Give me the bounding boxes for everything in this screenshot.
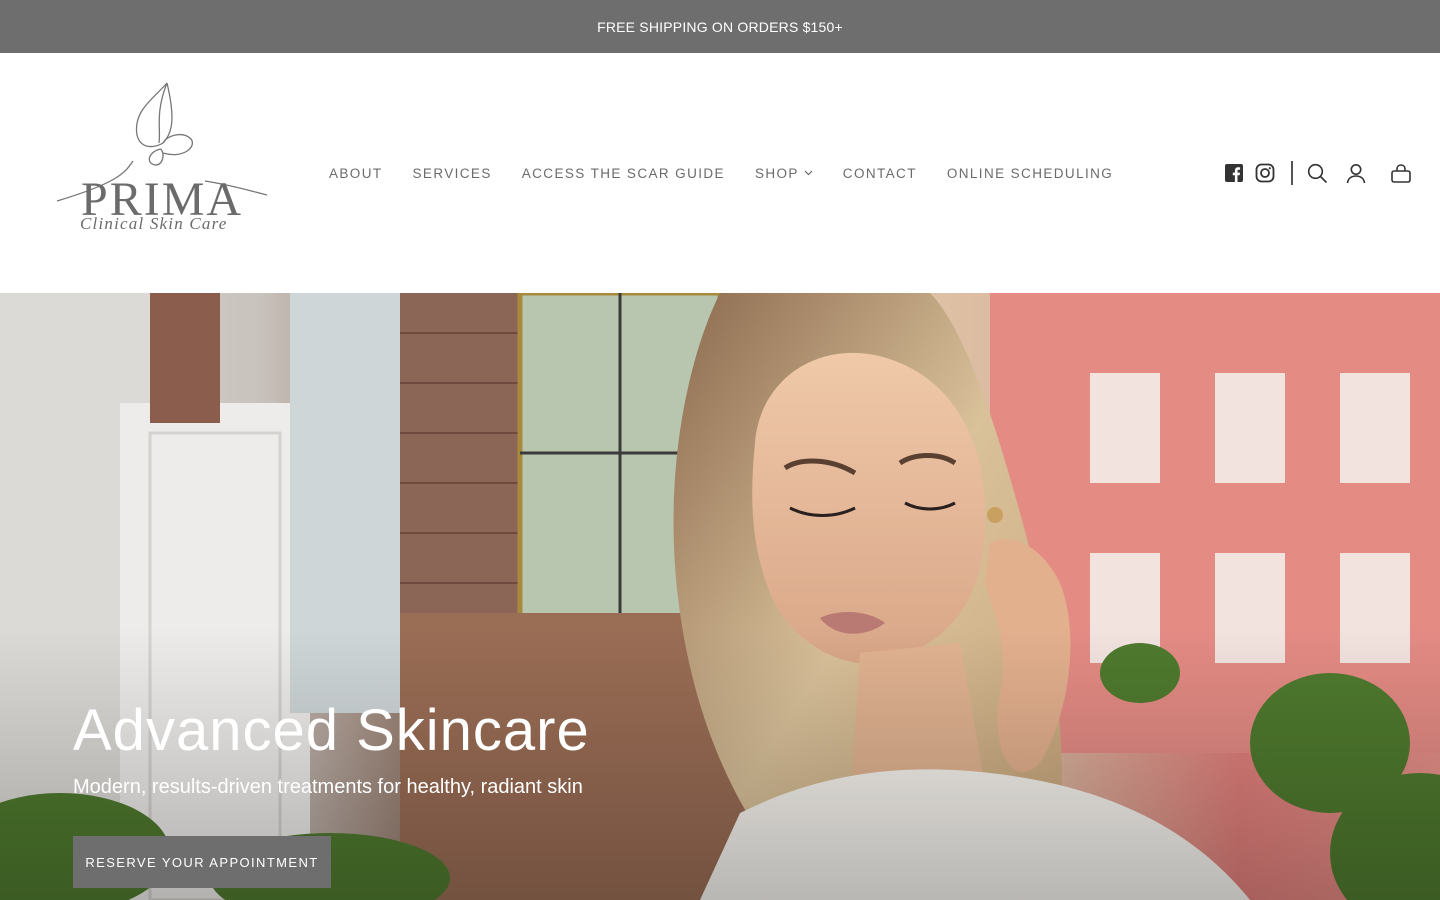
- icon-divider: [1291, 161, 1293, 185]
- logo[interactable]: PRIMA Clinical Skin Care: [55, 81, 270, 236]
- nav-item-services[interactable]: SERVICES: [413, 166, 492, 181]
- nav-item-about[interactable]: ABOUT: [329, 166, 383, 181]
- cart-icon[interactable]: [1390, 163, 1412, 184]
- header-icons: [1224, 158, 1412, 188]
- nav-item-label: CONTACT: [842, 165, 917, 181]
- account-icon[interactable]: [1346, 163, 1366, 184]
- reserve-appointment-button[interactable]: RESERVE YOUR APPOINTMENT: [73, 836, 331, 888]
- logo-tagline: Clinical Skin Care: [80, 214, 228, 233]
- search-icon[interactable]: [1307, 163, 1328, 184]
- nav-item-scar-guide[interactable]: ACCESS THE SCAR GUIDE: [522, 166, 725, 181]
- main-nav: ABOUT SERVICES ACCESS THE SCAR GUIDE SHO…: [329, 163, 1143, 183]
- hero-image: [0, 293, 1440, 900]
- nav-item-label: ONLINE SCHEDULING: [946, 165, 1114, 181]
- chevron-down-icon: [804, 170, 813, 176]
- nav-item-contact[interactable]: CONTACT: [843, 166, 917, 181]
- nav-item-shop[interactable]: SHOP: [755, 166, 813, 181]
- site-header: PRIMA Clinical Skin Care ABOUT SERVICES …: [0, 53, 1440, 293]
- nav-item-label: SERVICES: [412, 165, 492, 181]
- announcement-text: FREE SHIPPING ON ORDERS $150+: [597, 18, 843, 35]
- hero-title: Advanced Skincare: [73, 698, 590, 763]
- nav-item-online-scheduling[interactable]: ONLINE SCHEDULING: [947, 166, 1113, 181]
- instagram-icon[interactable]: [1255, 163, 1275, 183]
- announcement-bar: FREE SHIPPING ON ORDERS $150+: [0, 0, 1440, 53]
- nav-item-label: ACCESS THE SCAR GUIDE: [521, 165, 725, 181]
- hero-banner: Advanced Skincare Modern, results-driven…: [0, 293, 1440, 900]
- facebook-icon[interactable]: [1224, 163, 1244, 183]
- nav-item-label: SHOP: [754, 165, 799, 181]
- nav-item-label: ABOUT: [329, 165, 383, 181]
- hero-subtitle: Modern, results-driven treatments for he…: [73, 776, 583, 798]
